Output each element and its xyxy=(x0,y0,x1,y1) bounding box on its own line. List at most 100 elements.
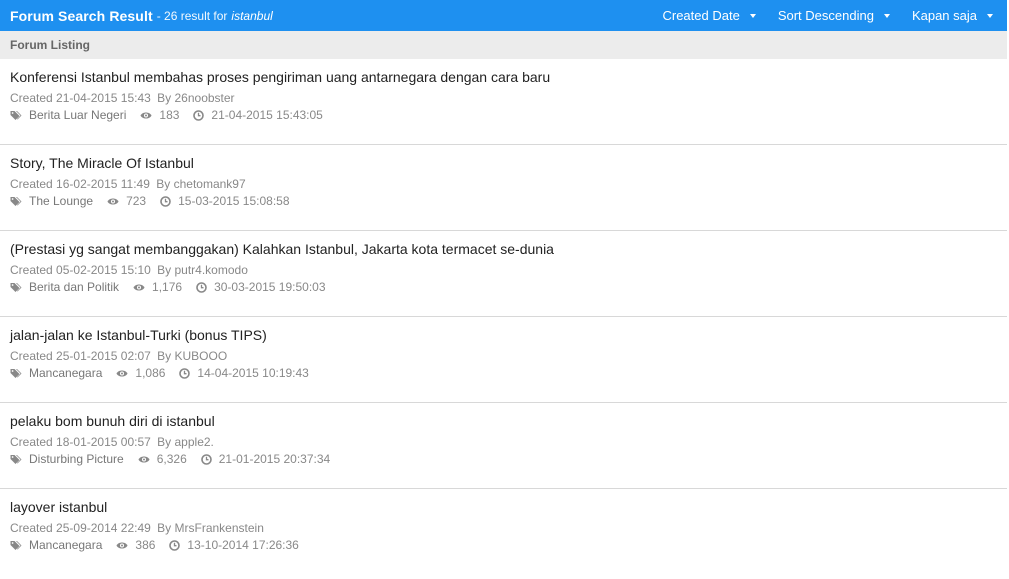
eye-icon xyxy=(133,284,145,290)
by-label: By xyxy=(157,263,172,277)
created-date: 21-04-2015 15:43 xyxy=(56,91,151,105)
eye-icon xyxy=(116,542,128,548)
thread-meta: Mancanegara 1,086 14-04-2015 10:19:43 xyxy=(10,366,997,380)
thread-views: 1,176 xyxy=(133,280,182,294)
thread-category: Mancanegara xyxy=(10,366,102,380)
thread-views: 183 xyxy=(140,108,179,122)
category-name[interactable]: The Lounge xyxy=(29,194,93,208)
thread-meta: Mancanegara 386 13-10-2014 17:26:36 xyxy=(10,538,997,552)
thread-views: 1,086 xyxy=(116,366,165,380)
thread-views: 723 xyxy=(107,194,146,208)
thread-last-post: 30-03-2015 19:50:03 xyxy=(196,280,326,294)
thread-title-link[interactable]: (Prestasi yg sangat membanggakan) Kalahk… xyxy=(10,240,997,258)
thread-meta: Berita Luar Negeri 183 21-04-2015 15:43:… xyxy=(10,108,997,122)
thread-created: Created 25-09-2014 22:49 By MrsFrankenst… xyxy=(10,521,997,535)
tags-icon xyxy=(10,540,22,550)
page-title: Forum Search Result xyxy=(10,7,153,24)
view-count: 6,326 xyxy=(156,452,187,466)
sort-field-dropdown[interactable]: Created Date xyxy=(662,8,756,23)
author-name[interactable]: 26noobster xyxy=(175,91,235,105)
thread-created: Created 18-01-2015 00:57 By apple2. xyxy=(10,435,997,449)
created-date: 16-02-2015 11:49 xyxy=(56,177,150,191)
eye-icon xyxy=(116,370,128,376)
category-name[interactable]: Mancanegara xyxy=(29,366,102,380)
results-header: Forum Search Result - 26 result for ista… xyxy=(0,0,1007,31)
thread-category: Berita dan Politik xyxy=(10,280,119,294)
list-item: jalan-jalan ke Istanbul-Turki (bonus TIP… xyxy=(0,317,1007,403)
list-item: Konferensi Istanbul membahas proses peng… xyxy=(0,59,1007,145)
thread-last-post: 14-04-2015 10:19:43 xyxy=(179,366,309,380)
last-post-time: 21-01-2015 20:37:34 xyxy=(218,452,331,466)
category-name[interactable]: Mancanegara xyxy=(29,538,102,552)
thread-last-post: 13-10-2014 17:26:36 xyxy=(169,538,299,552)
sort-order-label: Sort Descending xyxy=(777,8,874,23)
created-prefix: Created xyxy=(10,91,53,105)
result-count: - 26 result for xyxy=(156,8,228,23)
view-count: 723 xyxy=(126,194,147,208)
thread-meta: Berita dan Politik 1,176 30-03-2015 19:5… xyxy=(10,280,997,294)
clock-icon xyxy=(196,281,207,293)
thread-last-post: 15-03-2015 15:08:58 xyxy=(160,194,290,208)
clock-icon xyxy=(193,109,205,121)
thread-title-link[interactable]: jalan-jalan ke Istanbul-Turki (bonus TIP… xyxy=(10,326,997,344)
thread-meta: Disturbing Picture 6,326 21-01-2015 20:3… xyxy=(10,452,997,466)
thread-title-link[interactable]: Story, The Miracle Of Istanbul xyxy=(10,154,997,172)
caret-down-icon xyxy=(883,14,890,18)
last-post-time: 21-04-2015 15:43:05 xyxy=(211,108,323,122)
author-name[interactable]: chetomank97 xyxy=(174,177,246,191)
created-date: 25-01-2015 02:07 xyxy=(56,349,151,363)
category-name[interactable]: Berita Luar Negeri xyxy=(29,108,126,122)
clock-icon xyxy=(179,367,191,379)
eye-icon xyxy=(140,112,152,118)
by-label: By xyxy=(156,177,171,191)
section-header: Forum Listing xyxy=(0,31,1007,59)
category-name[interactable]: Berita dan Politik xyxy=(29,280,119,294)
tags-icon xyxy=(10,110,22,120)
by-label: By xyxy=(157,349,172,363)
search-query: istanbul xyxy=(231,8,273,23)
caret-down-icon xyxy=(987,14,993,18)
list-item: Story, The Miracle Of Istanbul Created 1… xyxy=(0,145,1007,231)
sort-order-dropdown[interactable]: Sort Descending xyxy=(778,8,890,23)
thread-last-post: 21-04-2015 15:43:05 xyxy=(193,108,323,122)
thread-last-post: 21-01-2015 20:37:34 xyxy=(200,452,331,466)
created-prefix: Created xyxy=(10,177,53,191)
author-name[interactable]: MrsFrankenstein xyxy=(175,521,264,535)
thread-views: 6,326 xyxy=(138,452,187,466)
time-range-dropdown[interactable]: Kapan saja xyxy=(912,8,993,23)
thread-category: The Lounge xyxy=(10,194,93,208)
by-label: By xyxy=(157,91,172,105)
thread-category: Disturbing Picture xyxy=(10,452,124,466)
list-item: pelaku bom bunuh diri di istanbul Create… xyxy=(0,403,1007,489)
clock-icon xyxy=(169,539,181,551)
created-date: 05-02-2015 15:10 xyxy=(56,263,151,277)
created-date: 18-01-2015 00:57 xyxy=(56,435,151,449)
last-post-time: 14-04-2015 10:19:43 xyxy=(197,366,309,380)
thread-created: Created 25-01-2015 02:07 By KUBOOO xyxy=(10,349,997,363)
last-post-time: 15-03-2015 15:08:58 xyxy=(178,194,290,208)
eye-icon xyxy=(107,198,119,204)
tags-icon xyxy=(10,282,22,292)
author-name[interactable]: putr4.komodo xyxy=(175,263,248,277)
view-count: 183 xyxy=(159,108,180,122)
tags-icon xyxy=(10,454,22,464)
section-title: Forum Listing xyxy=(10,38,90,52)
thread-created: Created 21-04-2015 15:43 By 26noobster xyxy=(10,91,997,105)
view-count: 1,086 xyxy=(135,366,166,380)
thread-title-link[interactable]: pelaku bom bunuh diri di istanbul xyxy=(10,412,997,430)
created-date: 25-09-2014 22:49 xyxy=(56,521,151,535)
thread-views: 386 xyxy=(116,538,155,552)
thread-title-link[interactable]: Konferensi Istanbul membahas proses peng… xyxy=(10,68,997,86)
view-count: 1,176 xyxy=(152,280,183,294)
category-name[interactable]: Disturbing Picture xyxy=(29,452,124,466)
created-prefix: Created xyxy=(10,521,53,535)
sort-field-label: Created Date xyxy=(662,8,740,23)
author-name[interactable]: apple2. xyxy=(175,435,214,449)
last-post-time: 30-03-2015 19:50:03 xyxy=(214,280,326,294)
by-label: By xyxy=(157,521,172,535)
clock-icon xyxy=(160,195,171,207)
tags-icon xyxy=(10,368,22,378)
author-name[interactable]: KUBOOO xyxy=(175,349,228,363)
thread-title-link[interactable]: layover istanbul xyxy=(10,498,997,516)
created-prefix: Created xyxy=(10,435,53,449)
